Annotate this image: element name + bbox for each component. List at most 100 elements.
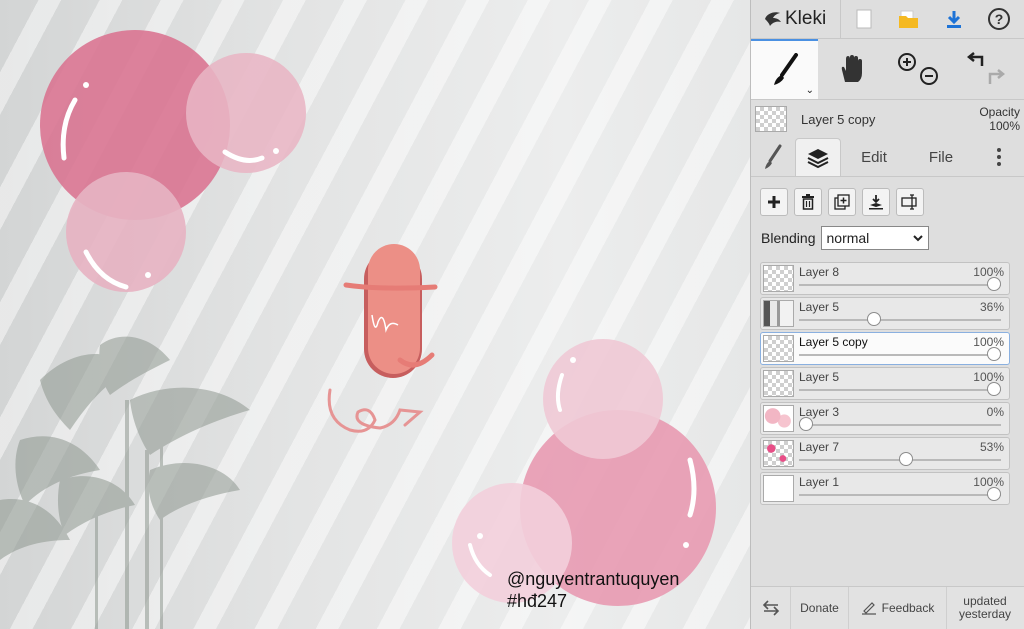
layer-actions: [751, 177, 1024, 216]
layer-thumbnail: [763, 475, 794, 502]
opacity-slider-track[interactable]: [799, 319, 1001, 321]
add-layer-button[interactable]: [760, 188, 788, 216]
opacity-slider-knob[interactable]: [987, 347, 1001, 361]
artist-credit: @nguyentrantuquyen #hđ247: [507, 568, 679, 612]
drawing-canvas[interactable]: @nguyentrantuquyen #hđ247: [0, 0, 750, 629]
layer-thumbnail: [763, 300, 794, 327]
tab-file[interactable]: File: [907, 138, 975, 176]
plant-silhouette: [0, 336, 250, 629]
footer-bar: Donate Feedback updated yesterday: [751, 586, 1024, 629]
layer-opacity: 0%: [986, 405, 1004, 419]
canvas-artwork: [0, 30, 716, 629]
opacity-slider-track[interactable]: [799, 424, 1001, 426]
merge-down-icon: [869, 195, 883, 210]
help-button[interactable]: ?: [976, 0, 1021, 38]
rename-layer-button[interactable]: [896, 188, 924, 216]
layer-row[interactable]: Layer 7 53%: [760, 437, 1010, 470]
opacity-slider-knob[interactable]: [987, 382, 1001, 396]
chevron-down-icon: [912, 235, 923, 242]
delete-layer-button[interactable]: [794, 188, 822, 216]
layers-icon: [807, 148, 829, 168]
current-layer-info: Layer 5 copy Opacity 100%: [751, 100, 1024, 138]
donate-button[interactable]: Donate: [791, 587, 849, 629]
chevron-down-icon[interactable]: ⌄: [806, 85, 814, 96]
top-bar: Kleki ?: [751, 0, 1024, 39]
feedback-button[interactable]: Feedback: [849, 587, 947, 629]
history-controls: [952, 39, 1019, 99]
layer-row[interactable]: Layer 5 100%: [760, 367, 1010, 400]
brush-icon: [773, 53, 798, 85]
new-image-button[interactable]: [841, 0, 886, 38]
layer-row[interactable]: Layer 8 100%: [760, 262, 1010, 295]
undo-icon[interactable]: [966, 52, 983, 66]
layer-name: Layer 1: [799, 475, 840, 489]
current-layer-opacity: Opacity 100%: [979, 105, 1020, 133]
layer-thumbnail: [763, 440, 794, 467]
brush-tool[interactable]: ⌄: [751, 39, 818, 99]
more-vertical-icon: [997, 148, 1001, 166]
rename-icon: [901, 194, 917, 210]
layer-name: Layer 5: [799, 300, 840, 314]
current-layer-name: Layer 5 copy: [801, 111, 876, 127]
zoom-out-icon[interactable]: [919, 67, 938, 85]
download-button[interactable]: [931, 0, 976, 38]
opacity-slider-track[interactable]: [799, 494, 1001, 496]
layer-opacity: 100%: [973, 475, 1004, 489]
help-icon: ?: [987, 8, 1010, 30]
swap-panel-button[interactable]: [751, 587, 791, 629]
layer-opacity: 53%: [979, 440, 1004, 454]
opacity-slider-track[interactable]: [799, 284, 1001, 286]
blending-label: Blending: [761, 230, 816, 246]
layer-thumbnail: [763, 405, 794, 432]
logo-bird-icon: [765, 12, 781, 26]
opacity-slider-knob[interactable]: [987, 487, 1001, 501]
feedback-pencil-icon: [861, 602, 876, 615]
tool-panel: Kleki ? ⌄ Layer 5 copy Opacity 100% Edit…: [750, 0, 1024, 629]
hand-icon: [841, 55, 862, 82]
layer-row[interactable]: Layer 1 100%: [760, 472, 1010, 505]
app-logo[interactable]: Kleki: [751, 0, 841, 38]
layer-list: Layer 8 100% Layer 5 36% Layer 5 copy 100% Lay…: [760, 262, 1010, 505]
opacity-slider-track[interactable]: [799, 389, 1001, 391]
opacity-slider-track[interactable]: [799, 354, 1001, 356]
opacity-slider-knob[interactable]: [898, 452, 913, 466]
layer-name: Layer 7: [799, 440, 840, 454]
zoom-in-icon[interactable]: [897, 53, 916, 71]
merge-down-button[interactable]: [862, 188, 890, 216]
tab-layers[interactable]: [795, 138, 841, 176]
layer-thumbnail: [763, 335, 794, 362]
zoom-controls: [885, 39, 952, 99]
layer-thumbnail: [763, 265, 794, 292]
hand-tool[interactable]: [818, 39, 885, 99]
open-folder-icon: [898, 10, 918, 28]
app-name: Kleki: [785, 8, 827, 29]
opacity-slider-knob[interactable]: [866, 312, 881, 326]
plus-icon: [768, 196, 780, 208]
swap-arrows-icon: [762, 600, 779, 616]
layer-thumbnail: [763, 370, 794, 397]
layer-row[interactable]: Layer 5 copy 100%: [760, 332, 1010, 365]
layer-opacity: 36%: [979, 300, 1004, 314]
updated-info[interactable]: updated yesterday: [947, 587, 1023, 629]
letter-t-drawing: [327, 244, 438, 433]
brush-tab-icon: [765, 144, 782, 169]
current-layer-thumbnail: [755, 106, 787, 132]
layer-row[interactable]: Layer 5 36%: [760, 297, 1010, 330]
credit-handle: @nguyentrantuquyen: [507, 569, 680, 589]
redo-icon[interactable]: [988, 69, 1005, 84]
tab-brush[interactable]: [751, 138, 795, 176]
layer-row[interactable]: Layer 3 0%: [760, 402, 1010, 435]
layer-name: Layer 5: [799, 370, 840, 384]
layer-opacity: 100%: [973, 265, 1004, 279]
opacity-slider-knob[interactable]: [987, 277, 1001, 291]
svg-text:?: ?: [994, 11, 1003, 27]
layer-name: Layer 8: [799, 265, 840, 279]
more-menu-button[interactable]: [975, 138, 1023, 176]
layer-opacity: 100%: [973, 335, 1004, 349]
opacity-slider-knob[interactable]: [799, 417, 813, 431]
open-file-button[interactable]: [886, 0, 931, 38]
credit-tag: #hđ247: [507, 591, 568, 611]
duplicate-layer-button[interactable]: [828, 188, 856, 216]
blending-select[interactable]: normal: [820, 226, 929, 250]
tab-edit[interactable]: Edit: [841, 138, 907, 176]
